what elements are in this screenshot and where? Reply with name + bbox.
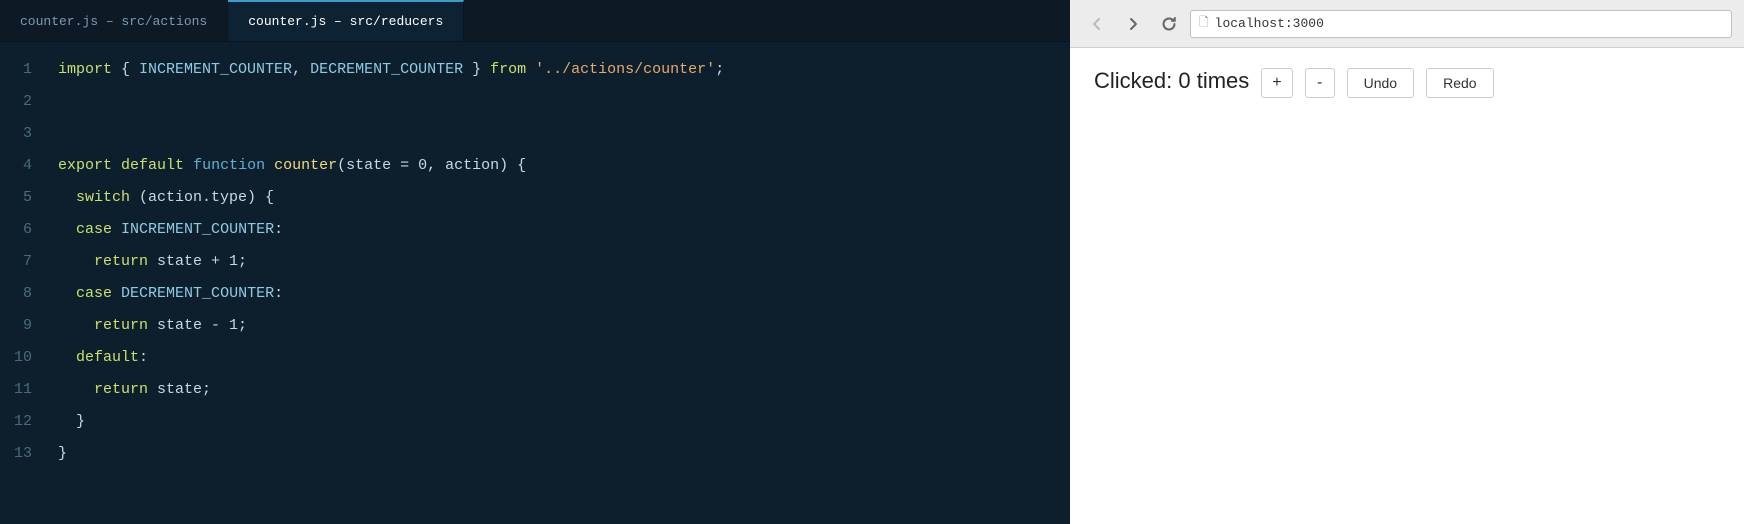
clicked-text: Clicked: 0 times	[1094, 68, 1249, 94]
code-line	[58, 86, 1070, 118]
refresh-icon	[1161, 16, 1177, 32]
tabs-bar: counter.js – src/actions counter.js – sr…	[0, 0, 1070, 42]
line-numbers: 1 2 3 4 5 6 7 8 9 10 11 12 13	[0, 42, 48, 524]
code-line: }	[58, 438, 1070, 470]
code-area: 1 2 3 4 5 6 7 8 9 10 11 12 13 import { I…	[0, 42, 1070, 524]
code-line: }	[58, 406, 1070, 438]
back-button[interactable]	[1082, 9, 1112, 39]
code-line: return state - 1;	[58, 310, 1070, 342]
refresh-button[interactable]	[1154, 9, 1184, 39]
code-content: import { INCREMENT_COUNTER, DECREMENT_CO…	[48, 42, 1070, 524]
forward-button[interactable]	[1118, 9, 1148, 39]
code-line	[58, 118, 1070, 150]
address-text: localhost:3000	[1215, 16, 1324, 31]
code-line: return state + 1;	[58, 246, 1070, 278]
browser-pane: 🗋 localhost:3000 Clicked: 0 times + - Un…	[1070, 0, 1744, 524]
code-line: import { INCREMENT_COUNTER, DECREMENT_CO…	[58, 54, 1070, 86]
forward-icon	[1125, 16, 1141, 32]
increment-button[interactable]: +	[1261, 68, 1292, 98]
browser-toolbar: 🗋 localhost:3000	[1070, 0, 1744, 48]
undo-button[interactable]: Undo	[1347, 68, 1414, 98]
tab-actions[interactable]: counter.js – src/actions	[0, 0, 228, 41]
editor-pane: counter.js – src/actions counter.js – sr…	[0, 0, 1070, 524]
decrement-button[interactable]: -	[1305, 68, 1335, 98]
code-line: case INCREMENT_COUNTER:	[58, 214, 1070, 246]
code-line: switch (action.type) {	[58, 182, 1070, 214]
code-line: return state;	[58, 374, 1070, 406]
page-icon: 🗋	[1199, 13, 1209, 34]
code-line: export default function counter(state = …	[58, 150, 1070, 182]
code-line: case DECREMENT_COUNTER:	[58, 278, 1070, 310]
back-icon	[1089, 16, 1105, 32]
redo-button[interactable]: Redo	[1426, 68, 1493, 98]
tab-reducers[interactable]: counter.js – src/reducers	[228, 0, 464, 41]
browser-content: Clicked: 0 times + - Undo Redo	[1070, 48, 1744, 524]
code-line: default:	[58, 342, 1070, 374]
address-bar[interactable]: 🗋 localhost:3000	[1190, 10, 1732, 38]
